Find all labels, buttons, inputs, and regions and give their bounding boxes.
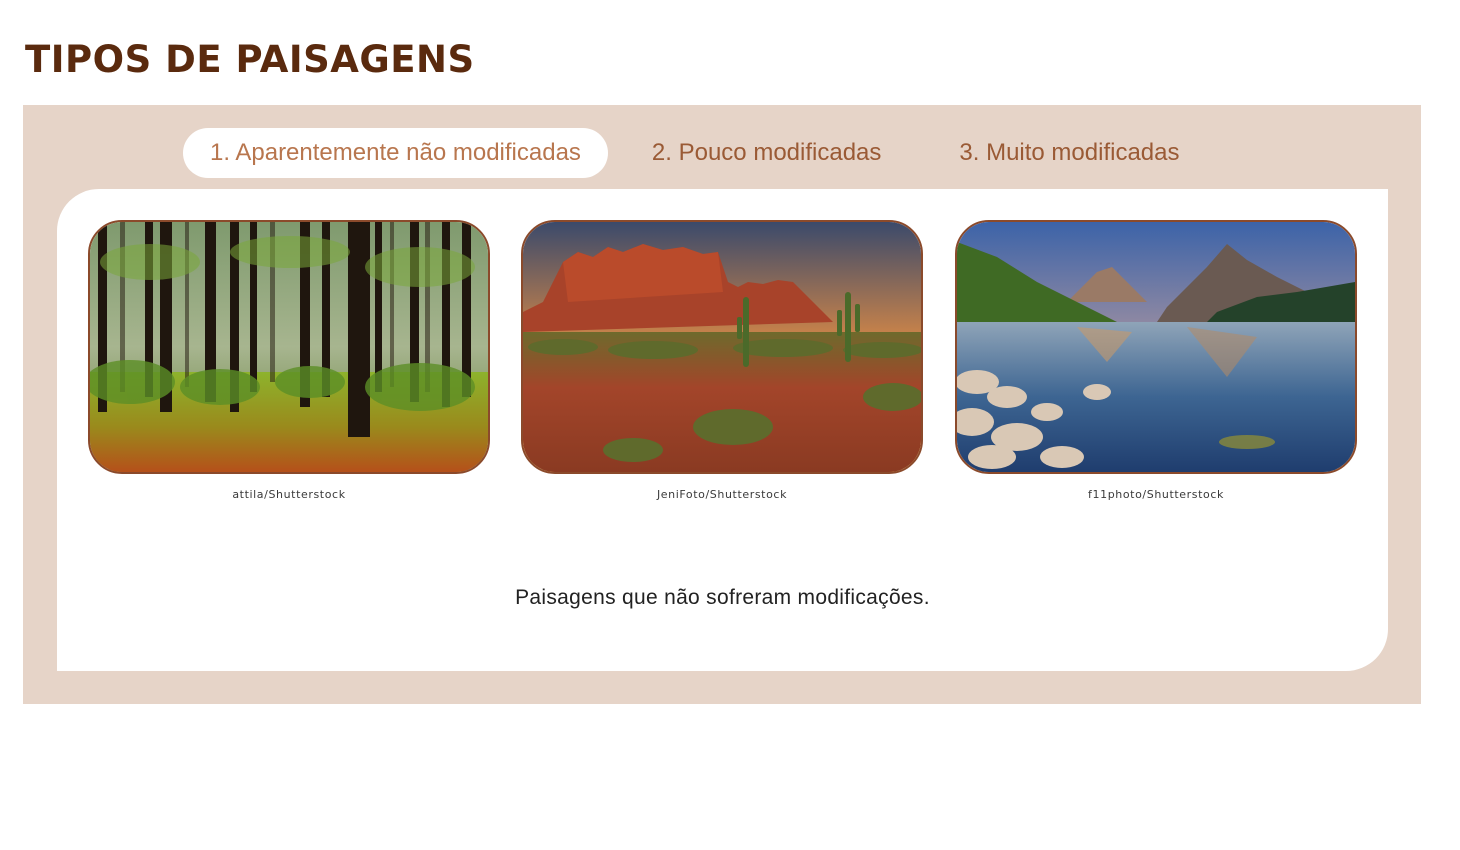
figure-desert: JeniFoto/Shutterstock xyxy=(521,220,923,501)
photo-credit: attila/Shutterstock xyxy=(232,488,346,501)
tab-slightly-modified[interactable]: 2. Pouco modificadas xyxy=(625,128,908,178)
tab-description: Paisagens que não sofreram modificações. xyxy=(515,586,930,609)
figure-forest: attila/Shutterstock xyxy=(88,220,490,501)
desert-photo xyxy=(521,220,923,474)
forest-photo xyxy=(88,220,490,474)
figure-mountain-lake: f11photo/Shutterstock xyxy=(955,220,1357,501)
landscape-types-panel: 1. Aparentemente não modificadas 2. Pouc… xyxy=(23,105,1421,704)
photo-credit: f11photo/Shutterstock xyxy=(1088,488,1224,501)
page-title: TIPOS DE PAISAGENS xyxy=(25,38,475,81)
tab-highly-modified[interactable]: 3. Muito modificadas xyxy=(932,128,1206,178)
tab-bar: 1. Aparentemente não modificadas 2. Pouc… xyxy=(183,128,1207,178)
mountain-lake-photo xyxy=(955,220,1357,474)
tab-content-card: attila/Shutterstock JeniFoto/Shutterstoc… xyxy=(57,189,1388,671)
tab-apparently-unmodified[interactable]: 1. Aparentemente não modificadas xyxy=(183,128,608,178)
photo-credit: JeniFoto/Shutterstock xyxy=(656,488,788,501)
